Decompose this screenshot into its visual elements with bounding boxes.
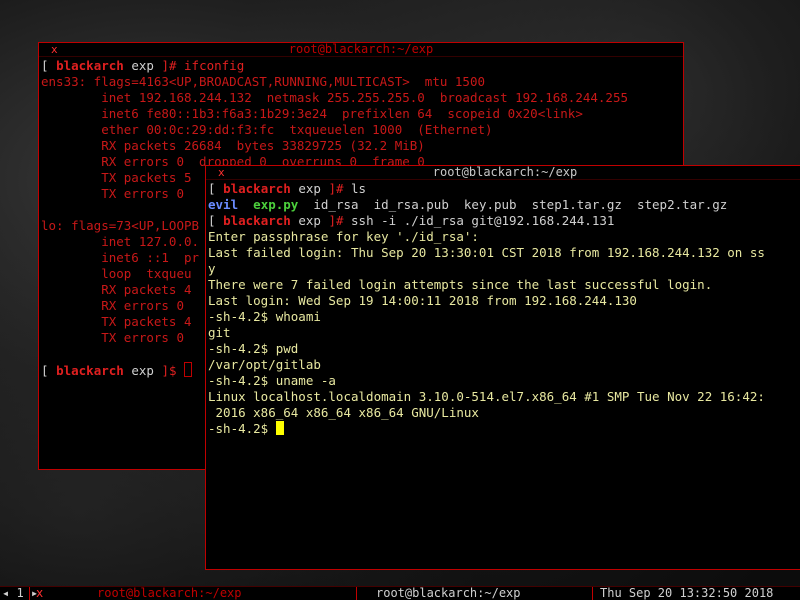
terminal-line: Last failed login: Thu Sep 20 13:30:01 C… — [208, 245, 800, 261]
terminal-text: [ — [208, 213, 224, 228]
terminal-text: loop txqueu — [41, 266, 192, 281]
workspace-tag[interactable]: ◂ 1 ▸ — [2, 587, 38, 600]
terminal-cursor — [275, 421, 284, 435]
terminal-text: [ — [41, 58, 57, 73]
terminal-text: ifconfig — [184, 58, 245, 73]
close-icon[interactable]: x — [51, 43, 58, 56]
terminal-text: inet6 fe80::1b3:f6a3:1b29:3e24 prefixlen… — [41, 106, 583, 121]
terminal-line: git — [208, 325, 800, 341]
terminal-line: inet6 fe80::1b3:f6a3:1b29:3e24 prefixlen… — [41, 106, 681, 122]
terminal-text: inet6 ::1 pr — [41, 250, 200, 265]
terminal-line: [ blackarch exp ]# ls — [208, 181, 800, 197]
terminal-line: /var/opt/gitlab — [208, 357, 800, 373]
terminal-line: y — [208, 261, 800, 277]
window-titlebar[interactable]: x root@blackarch:~/exp — [39, 43, 683, 57]
terminal-line: [ blackarch exp ]# ssh -i ./id_rsa git@1… — [208, 213, 800, 229]
terminal-line: Linux localhost.localdomain 3.10.0-514.e… — [208, 389, 800, 405]
window-titlebar[interactable]: x root@blackarch:~/exp — [206, 166, 800, 180]
terminal-text: exp.py — [253, 197, 299, 212]
terminal-text: blackarch — [223, 181, 291, 196]
terminal-text: ls — [351, 181, 367, 196]
terminal-line: -sh-4.2$ whoami — [208, 309, 800, 325]
terminal-text: Last failed login: Thu Sep 20 13:30:01 C… — [208, 245, 765, 260]
close-icon[interactable]: x — [36, 587, 43, 600]
terminal-text: blackarch — [56, 58, 124, 73]
terminal-text: [ — [208, 181, 224, 196]
window-title: root@blackarch:~/exp — [288, 42, 434, 56]
terminal-text: y — [208, 261, 216, 276]
terminal-text: There were 7 failed login attempts since… — [208, 277, 713, 292]
terminal-text: TX errors 0 — [41, 186, 184, 201]
terminal-text: ]# — [328, 181, 352, 196]
terminal-line: ens33: flags=4163<UP,BROADCAST,RUNNING,M… — [41, 74, 681, 90]
terminal-text: /var/opt/gitlab — [208, 357, 321, 372]
divider — [29, 587, 30, 600]
terminal-text: 2016 x86_64 x86_64 x86_64 GNU/Linux — [208, 405, 479, 420]
terminal-text: -sh-4.2$ pwd — [208, 341, 299, 356]
terminal-line: [ blackarch exp ]# ifconfig — [41, 58, 681, 74]
terminal-cursor — [184, 362, 193, 377]
terminal-text: ]# — [161, 58, 185, 73]
terminal-text: inet 192.168.244.132 netmask 255.255.255… — [41, 90, 628, 105]
close-icon[interactable]: x — [218, 166, 225, 179]
terminal-text: id_rsa id_rsa.pub key.pub step1.tar.gz s… — [298, 197, 728, 212]
terminal-text: ssh -i ./id_rsa git@192.168.244.131 — [351, 213, 615, 228]
terminal-line: 2016 x86_64 x86_64 x86_64 GNU/Linux — [208, 405, 800, 421]
terminal-text: ]# — [328, 213, 352, 228]
terminal-text: exp — [123, 363, 162, 378]
window-manager-statusbar: ◂ 1 ▸ x root@blackarch:~/exp root@blacka… — [0, 586, 800, 600]
taskbar-item-active[interactable]: root@blackarch:~/exp — [376, 587, 521, 600]
window-title: root@blackarch:~/exp — [432, 165, 578, 179]
taskbar-item-inactive[interactable]: root@blackarch:~/exp — [97, 587, 242, 600]
terminal-line: Last login: Wed Sep 19 14:00:11 2018 fro… — [208, 293, 800, 309]
terminal-text: evil — [208, 197, 239, 212]
terminal-text: exp — [290, 213, 329, 228]
terminal-line: ether 00:0c:29:dd:f3:fc txqueuelen 1000 … — [41, 122, 681, 138]
terminal-text: TX errors 0 — [41, 330, 184, 345]
terminal-text: inet 127.0.0. — [41, 234, 200, 249]
terminal-text: -sh-4.2$ uname -a — [208, 373, 336, 388]
terminal-text: lo: flags=73<UP,LOOPB — [41, 218, 200, 233]
terminal-line: RX packets 26684 bytes 33829725 (32.2 Mi… — [41, 138, 681, 154]
terminal-line: inet 192.168.244.132 netmask 255.255.255… — [41, 90, 681, 106]
clock: Thu Sep 20 13:32:50 2018 — [600, 586, 774, 600]
terminal-text: TX packets 5 — [41, 170, 192, 185]
terminal-text: exp — [290, 181, 329, 196]
terminal-text: RX packets 26684 bytes 33829725 (32.2 Mi… — [41, 138, 425, 153]
terminal-text: ens33: flags=4163<UP,BROADCAST,RUNNING,M… — [41, 74, 486, 89]
terminal-text: Last login: Wed Sep 19 14:00:11 2018 fro… — [208, 293, 637, 308]
terminal-line: Enter passphrase for key './id_rsa': — [208, 229, 800, 245]
terminal-text: -sh-4.2$ — [208, 421, 276, 436]
terminal-text: blackarch — [56, 363, 124, 378]
terminal-text: ether 00:0c:29:dd:f3:fc txqueuelen 1000 … — [41, 122, 493, 137]
terminal-line: -sh-4.2$ pwd — [208, 341, 800, 357]
terminal-line: evil exp.py id_rsa id_rsa.pub key.pub st… — [208, 197, 800, 213]
terminal-text: RX packets 4 — [41, 282, 192, 297]
terminal-line: There were 7 failed login attempts since… — [208, 277, 800, 293]
terminal-text: exp — [123, 58, 162, 73]
terminal-window-ssh[interactable]: x root@blackarch:~/exp [ blackarch exp ]… — [205, 165, 800, 570]
terminal-text: Linux localhost.localdomain 3.10.0-514.e… — [208, 389, 765, 404]
terminal-text: RX errors 0 — [41, 298, 184, 313]
terminal-text: [ — [41, 363, 57, 378]
terminal-text: git — [208, 325, 231, 340]
terminal-line: -sh-4.2$ uname -a — [208, 373, 800, 389]
terminal-text: TX packets 4 — [41, 314, 192, 329]
divider — [356, 587, 357, 600]
terminal-text: -sh-4.2$ whoami — [208, 309, 321, 324]
terminal-text: ]$ — [161, 363, 185, 378]
terminal-text: Enter passphrase for key './id_rsa': — [208, 229, 479, 244]
terminal-text: blackarch — [223, 213, 291, 228]
terminal-line: -sh-4.2$ — [208, 421, 800, 437]
terminal-output[interactable]: [ blackarch exp ]# ls evil exp.py id_rsa … — [206, 180, 800, 438]
divider — [592, 587, 593, 600]
